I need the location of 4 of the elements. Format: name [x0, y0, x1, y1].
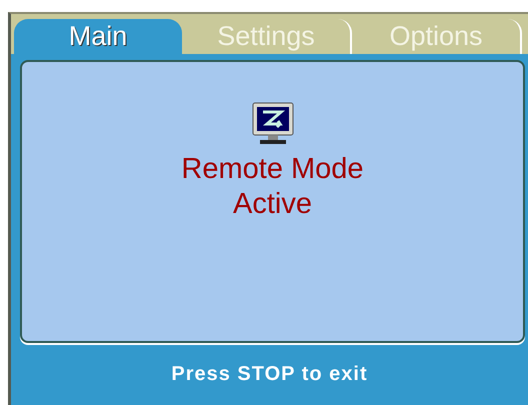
footer-text: Press STOP to exit: [170, 362, 369, 386]
tab[interactable]: Main: [14, 19, 182, 54]
status-text: Remote Mode Active: [181, 152, 364, 222]
monitor-icon: [252, 102, 294, 146]
